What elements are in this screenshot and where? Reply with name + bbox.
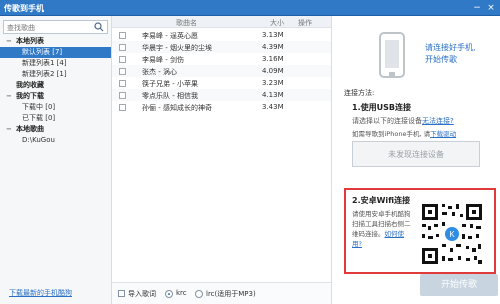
connection-panel: 请连接好手机, 开始传歌 连接方法: 1.使用USB连接 请选择以下的连接设备无… [332,16,500,304]
section-label: 本地歌曲 [16,125,44,133]
song-table-body: 李易峰 - 逞英心愿 3.13M 华晨宇 - 烟火里的尘埃 4.39M 李易峰 - … [112,29,331,113]
section-label: 我的收藏 [16,81,44,89]
table-row[interactable]: 华晨宇 - 烟火里的尘埃 4.39M [112,41,331,53]
song-name: 张杰 - 涡心 [142,68,177,76]
collapse-icon[interactable]: − [6,91,16,102]
table-row[interactable]: 孙俪 - 感知成长的神奇 3.43M [112,101,331,113]
table-row[interactable]: 李易峰 - 逞英心愿 3.13M [112,29,331,41]
search-icon[interactable] [94,22,104,32]
lrc-radio[interactable] [195,290,203,298]
song-size: 3.43M [262,103,284,111]
table-row[interactable]: 零点乐队 - 相信我 4.13M [112,89,331,101]
song-name: 华晨宇 - 烟火里的尘埃 [142,44,212,52]
qr-code-icon: K [418,200,486,268]
playlist-label: 默认列表 [7] [22,48,63,56]
collapse-icon[interactable]: − [6,36,16,47]
song-name: 李易峰 - 剑伤 [142,56,184,64]
svg-text:K: K [449,230,455,239]
wifi-title: 2.安卓Wifi连接 [352,196,411,205]
playlist-label: 新建列表1 [4] [22,59,67,67]
playlist-item-default[interactable]: 默认列表 [7] [0,47,111,58]
table-row[interactable]: 李易峰 - 剑伤 3.16M [112,53,331,65]
download-driver-link[interactable]: 下载驱动 [430,130,456,138]
section-label: 本地列表 [16,37,44,45]
song-name: 筷子兄弟 - 小苹果 [142,80,198,88]
download-label: 已下载 [0] [22,114,56,122]
left-panel: 查找歌曲 − 本地列表 默认列表 [7] 新建列表1 [4] 新建列表2 [1] … [0,16,112,304]
usb-help-text: 请选择以下的连接设备无法连接? [352,117,454,125]
window-title: 传歌到手机 [4,4,44,13]
song-size: 4.09M [262,67,284,75]
playlist-tree: − 本地列表 默认列表 [7] 新建列表1 [4] 新建列表2 [1] 我的收藏 … [0,36,111,146]
section-label: 我的下载 [16,92,44,100]
song-name: 零点乐队 - 相信我 [142,92,198,100]
krc-radio[interactable] [165,290,173,298]
header-size: 大小 [270,19,284,27]
row-checkbox[interactable] [119,92,126,99]
collapse-icon[interactable]: − [6,124,16,135]
song-size: 4.39M [262,43,284,51]
phone-usb-icon [379,32,405,78]
search-input[interactable]: 查找歌曲 [3,20,108,34]
song-size: 4.13M [262,91,284,99]
krc-label: krc [176,289,187,297]
usb-title: 1.使用USB连接 [352,103,411,112]
lyric-options-bar: 导入歌词 krc lrc(适用于MP3) [112,282,331,304]
wifi-instructions: 请使用安卓手机酷狗扫描工具扫描右侧二维码连接。如何使用? [352,210,411,248]
download-item-done[interactable]: 已下载 [0] [0,113,111,124]
title-bar: 传歌到手机 − × [0,0,500,16]
path-label: D:\KuGou [22,136,55,144]
table-row[interactable]: 筷子兄弟 - 小苹果 3.23M [112,77,331,89]
song-name: 李易峰 - 逞英心愿 [142,32,198,40]
download-item-downloading[interactable]: 下载中 [0] [0,102,111,113]
connect-methods-label: 连接方法: [344,89,375,97]
download-label: 下载中 [0] [22,103,56,111]
import-lyric-label: 导入歌词 [128,290,156,298]
close-icon[interactable]: × [486,3,496,13]
wifi-connect-box: 2.安卓Wifi连接 请使用安卓手机酷狗扫描工具扫描右侧二维码连接。如何使用? [344,188,496,274]
lrc-label: lrc(适用于MP3) [206,290,256,298]
playlist-item-new1[interactable]: 新建列表1 [4] [0,58,111,69]
local-path-item[interactable]: D:\KuGou [0,135,111,146]
device-status-box: 未发现连接设备 [352,141,480,167]
download-app-link[interactable]: 下载最新的手机酷狗 [9,288,72,298]
tree-section-local[interactable]: − 本地列表 [0,36,111,47]
import-lyric-checkbox[interactable] [118,290,125,297]
connect-prompt: 请连接好手机, 开始传歌 [425,43,476,64]
song-list-panel: 歌曲名 大小 操作 李易峰 - 逞英心愿 3.13M 华晨宇 - 烟火里的尘埃 4.… [112,16,332,304]
playlist-label: 新建列表2 [1] [22,70,67,78]
row-checkbox[interactable] [119,68,126,75]
tree-section-downloads[interactable]: − 我的下载 [0,91,111,102]
song-name: 孙俪 - 感知成长的神奇 [142,104,212,112]
row-checkbox[interactable] [119,32,126,39]
header-action: 操作 [298,19,312,27]
cannot-connect-link[interactable]: 无法连接? [422,117,454,125]
song-size: 3.16M [262,55,284,63]
row-checkbox[interactable] [119,56,126,63]
minimize-icon[interactable]: − [472,3,482,13]
song-table-header: 歌曲名 大小 操作 [112,16,331,28]
song-size: 3.23M [262,79,284,87]
tree-section-favorites[interactable]: 我的收藏 [0,80,111,91]
row-checkbox[interactable] [119,104,126,111]
row-checkbox[interactable] [119,44,126,51]
search-placeholder: 查找歌曲 [7,24,35,32]
row-checkbox[interactable] [119,80,126,87]
playlist-item-new2[interactable]: 新建列表2 [1] [0,69,111,80]
table-row[interactable]: 张杰 - 涡心 4.09M [112,65,331,77]
tree-section-local-songs[interactable]: − 本地歌曲 [0,124,111,135]
header-name: 歌曲名 [176,19,197,27]
start-transfer-button[interactable]: 开始传歌 [420,274,498,296]
iphone-help-text: 如需导歌到iPhone手机, 请下载驱动 [352,130,457,138]
song-size: 3.13M [262,31,284,39]
